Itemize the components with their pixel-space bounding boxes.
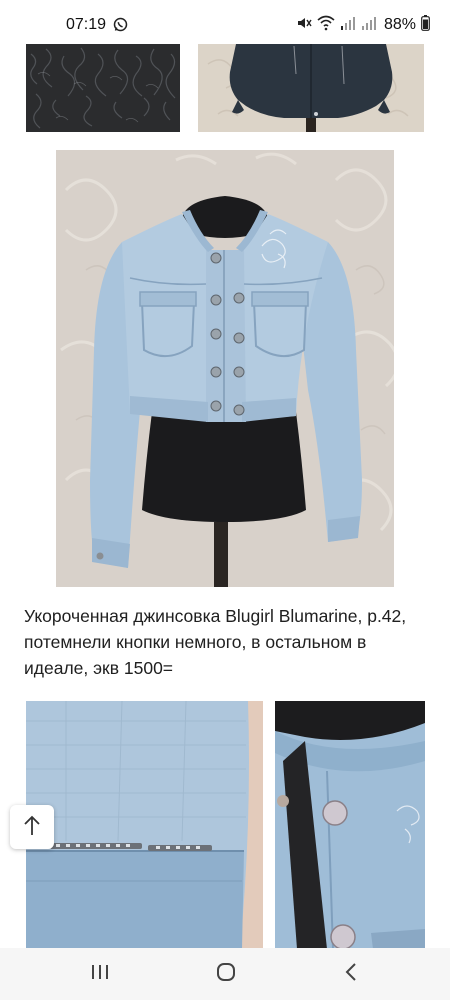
home-icon <box>215 961 237 988</box>
status-bar: 07:19 88% <box>0 0 450 44</box>
photo-sleeve-detail[interactable] <box>26 701 263 949</box>
whatsapp-icon <box>113 17 128 32</box>
photo-denim-jacket[interactable] <box>56 150 394 587</box>
photo-fur-texture[interactable] <box>26 44 180 132</box>
photo-dark-jacket[interactable] <box>198 44 424 132</box>
navigation-bar <box>0 948 450 1000</box>
post-caption: Укороченная джинсовка Blugirl Blumarine,… <box>24 606 407 678</box>
signal-icon <box>340 15 356 36</box>
status-icons: 88% <box>296 14 430 36</box>
wifi-icon <box>317 15 335 36</box>
mute-icon <box>296 15 312 36</box>
status-time: 07:19 <box>66 16 107 33</box>
photo-collar-detail[interactable] <box>275 701 425 949</box>
back-icon <box>344 962 358 987</box>
recent-apps-button[interactable] <box>85 962 115 986</box>
home-button[interactable] <box>211 962 241 986</box>
scroll-to-top-button[interactable] <box>10 805 54 849</box>
signal-icon <box>361 15 377 36</box>
arrow-up-icon <box>22 814 42 841</box>
back-button[interactable] <box>336 962 366 986</box>
recent-apps-icon <box>90 963 110 986</box>
battery-percent: 88% <box>383 16 416 33</box>
battery-icon <box>421 14 430 36</box>
